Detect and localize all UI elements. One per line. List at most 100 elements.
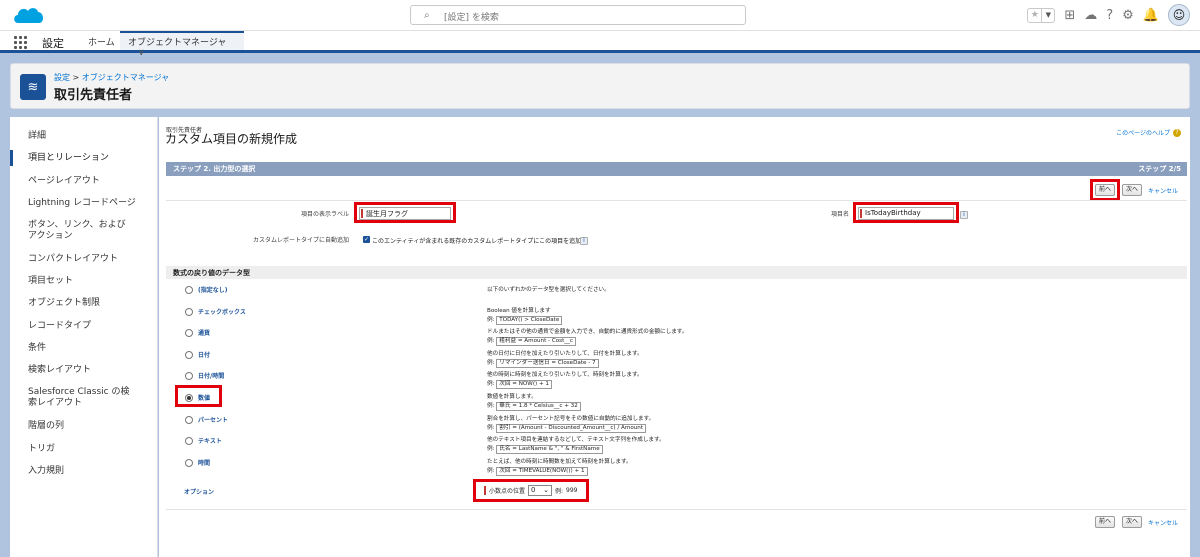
highlight-decimal-places <box>473 479 589 502</box>
example-code: 次回 = TIMEVALUE(NOW()) + 1 <box>496 467 588 476</box>
highlight-field-label <box>354 202 456 223</box>
sidebar-item-classic-search-layouts[interactable]: Salesforce Classic の検索レイアウト <box>10 387 150 409</box>
add-report-checkbox[interactable]: ✓ <box>363 236 370 243</box>
description-text: 数値を計算します。 <box>487 394 537 400</box>
app-launcher-icon[interactable] <box>14 36 27 49</box>
radio-button[interactable] <box>185 350 193 359</box>
app-nav-bar: 設定 ホーム オブジェクトマネージャ ∨ <box>0 31 1200 58</box>
prev-button-bottom[interactable]: 前へ <box>1095 516 1115 528</box>
step-title: ステップ 2. 出力型の選択 <box>173 165 256 173</box>
sidebar-item-record-types[interactable]: レコードタイプ <box>10 321 109 332</box>
sidebar-item-object-limits[interactable]: オブジェクト制限 <box>10 298 118 309</box>
example-code: 華氏 = 1.8 * Celsius__c + 32 <box>496 402 581 411</box>
add-report-text: このエンティティが含まれる既存のカスタムレポートタイプにこの項目を追加 <box>372 238 582 245</box>
cancel-link-bottom[interactable]: キャンセル <box>1148 518 1178 527</box>
salesforce-cloud-logo[interactable] <box>12 4 46 27</box>
description-text: Boolean 値を計算します <box>487 308 551 314</box>
radio-button[interactable] <box>185 307 193 316</box>
return-type-option[interactable]: 日付/時間 <box>185 371 224 380</box>
add-report-caption: カスタムレポートタイプに自動追加 <box>252 237 349 244</box>
trailhead-icon[interactable]: ☁ <box>1084 9 1097 22</box>
example-prefix: 例: <box>487 446 495 452</box>
search-placeholder: [設定] を検索 <box>444 13 499 23</box>
radio-button[interactable] <box>185 436 193 445</box>
return-type-description: 数値を計算します。 例: 華氏 = 1.8 * Celsius__c + 32 <box>487 393 581 411</box>
example-prefix: 例: <box>487 403 495 409</box>
next-button[interactable]: 次へ <box>1122 184 1142 196</box>
return-type-label: 時間 <box>198 460 211 467</box>
user-avatar-icon[interactable]: ☺ <box>1168 4 1190 26</box>
return-type-intro: 以下のいずれかのデータ型を選択してください。 <box>487 287 610 293</box>
example-code: 割引 = (Amount - Discounted_Amount__c) / A… <box>496 424 647 433</box>
field-name-caption: 項目名 <box>830 211 849 218</box>
example-prefix: 例: <box>487 338 495 344</box>
sidebar-item-conditions[interactable]: 条件 <box>10 343 64 354</box>
sidebar-item-hierarchy-columns[interactable]: 階層の列 <box>10 421 82 432</box>
chevron-down-icon[interactable]: ∨ <box>138 48 145 58</box>
sidebar-item-details[interactable]: 詳細 <box>10 131 64 142</box>
example-prefix: 例: <box>487 381 495 387</box>
sidebar-item-lightning-pages[interactable]: Lightning レコードページ <box>10 198 154 209</box>
radio-button[interactable] <box>185 285 193 294</box>
example-row: 例: 割引 = (Amount - Discounted_Amount__c) … <box>487 424 654 433</box>
sidebar-item-buttons-links-actions[interactable]: ボタン、リンク、およびアクション <box>10 220 150 242</box>
tab-object-manager[interactable]: オブジェクトマネージャ ∨ <box>120 31 244 58</box>
return-type-option[interactable]: 通貨 <box>185 328 210 337</box>
return-type-label: 日付/時間 <box>198 373 225 380</box>
question-icon: ? <box>1173 128 1181 137</box>
sidebar-item-triggers[interactable]: トリガ <box>10 444 73 455</box>
highlight-field-name <box>853 202 959 223</box>
radio-button[interactable] <box>185 328 193 337</box>
breadcrumb-object-manager[interactable]: オブジェクトマネージャ <box>82 73 169 82</box>
plus-icon[interactable]: ⊞ <box>1064 9 1075 22</box>
radio-button[interactable] <box>185 458 193 467</box>
return-type-option[interactable]: 時間 <box>185 458 210 467</box>
sidebar-item-search-layouts[interactable]: 検索レイアウト <box>10 365 109 376</box>
bell-icon[interactable]: 🔔 <box>1143 9 1159 22</box>
divider <box>166 200 1187 201</box>
radio-button[interactable] <box>185 371 193 380</box>
help-link-label[interactable]: このページのヘルプ <box>1116 128 1170 137</box>
sidebar: 詳細 項目とリレーション ページレイアウト Lightning レコードページ … <box>10 117 158 557</box>
sidebar-item-page-layouts[interactable]: ページレイアウト <box>10 176 118 187</box>
next-button-bottom[interactable]: 次へ <box>1122 516 1142 528</box>
example-code: 氏名 = LastName & ", " & FirstName <box>496 445 603 454</box>
example-row: 例: 華氏 = 1.8 * Celsius__c + 32 <box>487 402 581 411</box>
return-type-option[interactable]: テキスト <box>185 436 222 445</box>
return-type-label: 日付 <box>198 352 211 359</box>
return-type-label: 通貨 <box>198 330 211 337</box>
favorites-button[interactable]: ★ ▼ <box>1027 7 1056 23</box>
cancel-link[interactable]: キャンセル <box>1148 186 1178 195</box>
example-prefix: 例: <box>487 317 495 323</box>
return-type-description: たとえば、他の時刻に時間数を加えて時刻を計算します。 例: 次回 = TIMEV… <box>487 458 632 476</box>
example-row: 例: 氏名 = LastName & ", " & FirstName <box>487 445 665 454</box>
sidebar-item-validation-rules[interactable]: 入力規則 <box>10 466 82 477</box>
gear-icon[interactable]: ⚙ <box>1122 9 1134 22</box>
return-type-option[interactable]: チェックボックス <box>185 307 246 316</box>
info-icon[interactable]: i <box>960 211 968 219</box>
description-text: 割合を計算し、パーセント記号をその数値に自動的に追加します。 <box>487 416 655 422</box>
info-icon[interactable]: i <box>580 237 588 245</box>
sidebar-item-field-sets[interactable]: 項目セット <box>10 276 91 287</box>
return-type-label: パーセント <box>198 417 229 424</box>
search-input[interactable]: ⌕ [設定] を検索 <box>410 5 746 25</box>
example-code: 次回 = NOW() + 1 <box>496 380 552 389</box>
example-row: 例: 次回 = TIMEVALUE(NOW()) + 1 <box>487 467 632 476</box>
return-type-option[interactable]: 日付 <box>185 350 210 359</box>
description-text: 他の時刻に時刻を加えたり引いたりして、時刻を計算します。 <box>487 372 643 378</box>
chevron-down-icon[interactable]: ▼ <box>1041 8 1054 22</box>
return-type-option[interactable]: パーセント <box>185 415 228 424</box>
tab-home[interactable]: ホーム <box>80 31 123 50</box>
page-header: ≋ 設定 > オブジェクトマネージャ 取引先責任者 <box>10 63 1190 109</box>
help-link[interactable]: このページのヘルプ ? <box>1116 128 1181 137</box>
radio-button[interactable] <box>185 415 193 424</box>
global-header: ⌕ [設定] を検索 ★ ▼ ⊞ ☁ ? ⚙ 🔔 ☺ <box>0 0 1200 31</box>
return-type-option[interactable]: (指定なし) <box>185 285 228 294</box>
breadcrumb-separator: > <box>72 73 80 82</box>
sidebar-item-compact-layouts[interactable]: コンパクトレイアウト <box>10 254 136 265</box>
breadcrumb-setup[interactable]: 設定 <box>54 73 70 82</box>
question-icon[interactable]: ? <box>1106 9 1113 22</box>
example-row: 例: 次回 = NOW() + 1 <box>487 380 643 389</box>
description-text: 他の日付に日付を加えたり引いたりして、日付を計算します。 <box>487 351 643 357</box>
sidebar-item-fields-relationships[interactable]: 項目とリレーション <box>10 150 127 166</box>
